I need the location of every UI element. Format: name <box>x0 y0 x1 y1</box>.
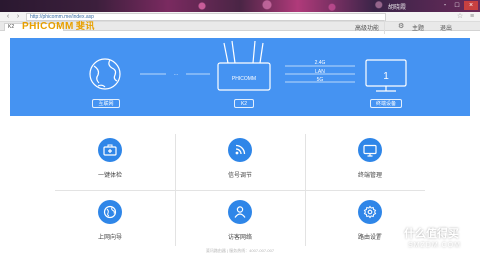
globe-icon <box>98 200 122 224</box>
watermark-logo-glyph: 值 <box>387 234 397 247</box>
band-24g-label: 2.4G <box>314 60 326 66</box>
logo-cn-text: 斐讯 <box>75 21 95 31</box>
forward-icon[interactable]: › <box>14 13 22 21</box>
star-icon[interactable]: ☆ <box>456 13 464 21</box>
monitor-icon <box>358 138 382 162</box>
maximize-button[interactable]: □ <box>452 1 462 10</box>
guest-user-icon <box>228 200 252 224</box>
advanced-functions-link[interactable]: 高级功能 <box>355 23 379 32</box>
tile-label: 访客网络 <box>227 235 252 241</box>
one-click-check-tile[interactable]: 一键体检 <box>45 128 175 190</box>
tile-label: 终端管理 <box>357 173 382 179</box>
devices-label[interactable]: 终端设备 <box>370 99 402 108</box>
terminal-management-tile[interactable]: 终端管理 <box>305 128 435 190</box>
tile-label: 上网向导 <box>97 235 122 241</box>
smzdm-watermark: 值 什么值得买 SMZDM.COM <box>378 222 478 258</box>
theme-link[interactable]: 主题 <box>412 23 424 32</box>
window-controls: - □ × <box>440 1 478 10</box>
tab-label: K2 <box>8 24 15 30</box>
internet-globe-icon <box>89 58 121 90</box>
smzdm-logo-icon: 值 <box>380 228 404 252</box>
phicomm-logo[interactable]: PHICOMM 斐讯 <box>22 19 95 32</box>
wan-ellipsis: ··· <box>174 72 179 78</box>
minimize-button[interactable]: - <box>440 1 450 10</box>
tile-label: 信号调节 <box>227 173 252 179</box>
titlebar-wallpaper <box>150 0 410 12</box>
settings-gear-icon <box>358 200 382 224</box>
logo-text: PHICOMM <box>22 21 74 32</box>
first-aid-kit-icon <box>98 138 122 162</box>
address-bar-tools: ☆ ≡ <box>456 13 476 21</box>
device-count-text: 1 <box>383 71 389 82</box>
window-titlebar: 胡晓霞 - □ × <box>0 0 480 12</box>
internet-wizard-tile[interactable]: 上网向导 <box>45 190 175 252</box>
browser-window: 胡晓霞 - □ × ‹ › http://phicomm.me/index.as… <box>0 0 480 260</box>
router-brand-text: PHICOMM <box>232 76 256 82</box>
watermark-domain: SMZDM.COM <box>408 242 461 249</box>
function-grid: 一键体检 信号调节 终端管理 上网向导 访客网络 路由设置 <box>45 128 435 252</box>
nav-divider <box>384 20 385 34</box>
signal-adjust-tile[interactable]: 信号调节 <box>175 128 305 190</box>
back-icon[interactable]: ‹ <box>4 13 12 21</box>
watermark-title: 什么值得买 <box>404 228 459 240</box>
router-icon <box>217 40 271 91</box>
logout-link[interactable]: 退出 <box>440 23 452 32</box>
close-button[interactable]: × <box>464 1 478 10</box>
internet-label[interactable]: 互联网 <box>92 99 120 108</box>
network-topology-banner: PHICOMM 1 ··· 2.4G LAN 5G 互联网 K2 终端设备 <box>10 38 470 116</box>
menu-icon[interactable]: ≡ <box>468 13 476 21</box>
band-lan-label: LAN <box>315 69 325 75</box>
user-name[interactable]: 胡晓霞 <box>388 2 406 11</box>
settings-small-icon[interactable]: ⚙ <box>398 22 404 30</box>
router-label[interactable]: K2 <box>234 99 254 108</box>
guest-network-tile[interactable]: 访客网络 <box>175 190 305 252</box>
band-5g-label: 5G <box>316 77 324 83</box>
wifi-signal-icon <box>228 138 252 162</box>
tile-label: 一键体检 <box>97 173 122 179</box>
